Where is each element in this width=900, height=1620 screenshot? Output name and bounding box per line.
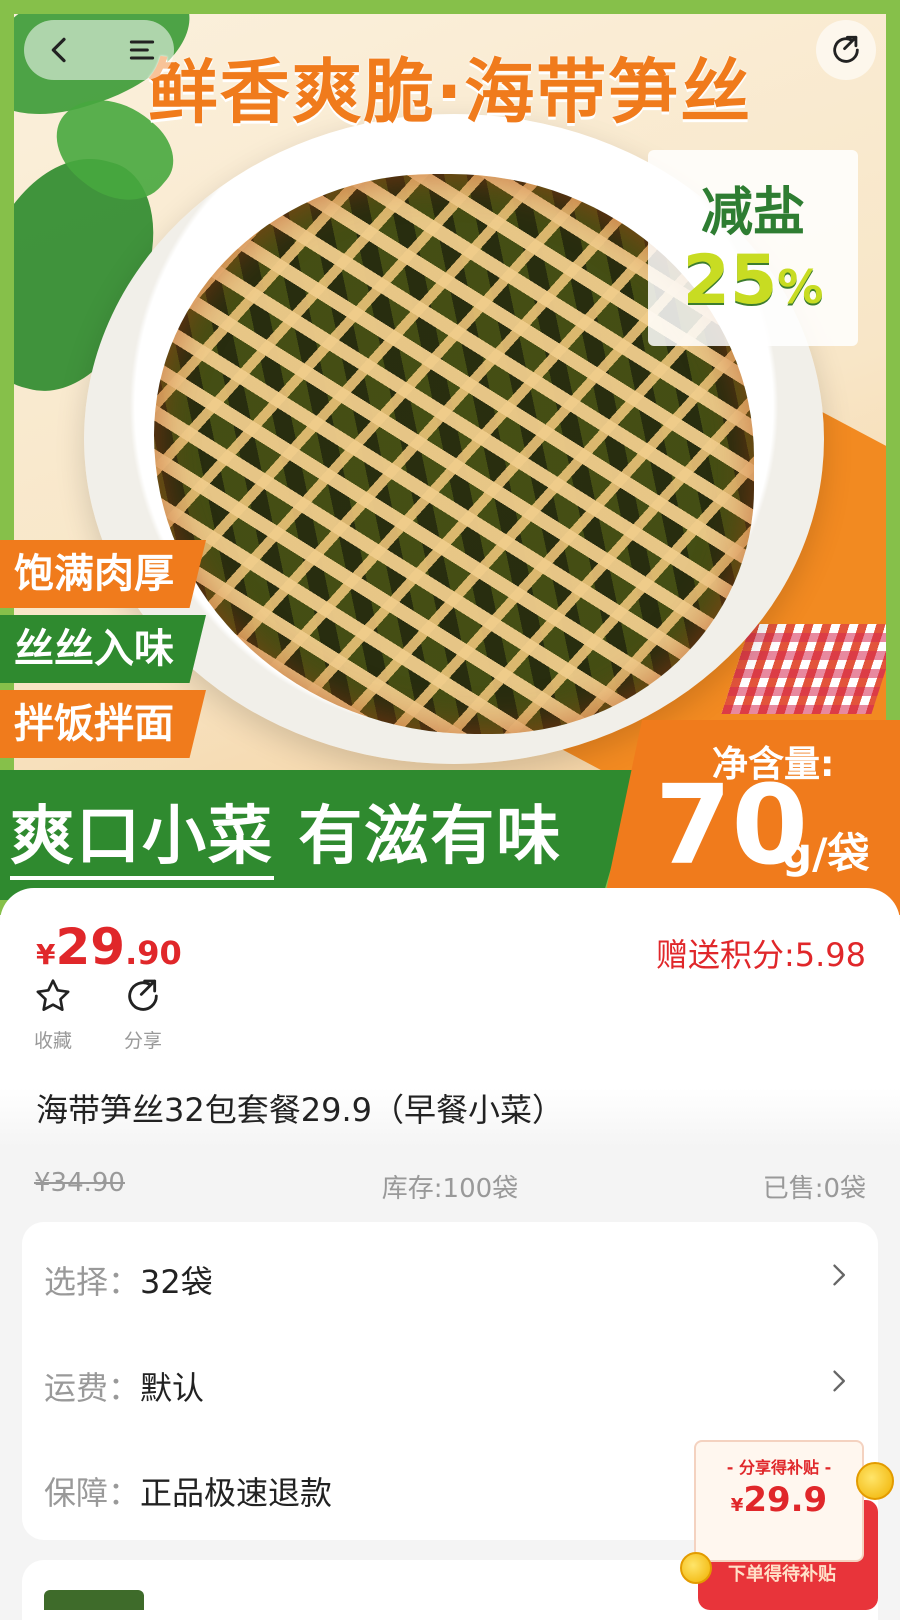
share-label: 分享 [123, 1030, 162, 1052]
subsidy-amount: ¥29.9 [696, 1480, 862, 1520]
product-title: 海带笋丝32包套餐29.9（早餐小菜） [36, 1091, 564, 1129]
option-key: 保障： [44, 1474, 141, 1512]
share-icon [128, 979, 158, 1011]
menu-icon [129, 40, 155, 60]
option-row-shipping[interactable]: 运费： 默认 [22, 1363, 878, 1423]
option-key: 运费： [44, 1369, 141, 1407]
sold-count: 已售:0袋 [762, 1174, 866, 1204]
back-button[interactable] [30, 20, 90, 80]
net-weight-unit: g/袋 [782, 829, 870, 878]
option-value: 32袋 [140, 1263, 213, 1301]
salt-reduction-badge: 减盐 25% [648, 150, 858, 346]
option-row-spec[interactable]: 选择： 32袋 [22, 1257, 878, 1317]
favorite-button[interactable]: 收藏 [18, 976, 88, 1053]
option-key: 选择： [44, 1263, 141, 1301]
slogan: 爽口小菜 有滋有味 [10, 785, 563, 880]
feature-tag: 拌饭拌面 [0, 690, 206, 758]
subsidy-title: - 分享得补贴 - [726, 1458, 832, 1477]
share-icon [833, 35, 859, 63]
subsidy-card: - 分享得补贴 - ¥29.9 [694, 1440, 864, 1562]
salt-label: 减盐 [700, 183, 805, 243]
option-value: 正品极速退款 [140, 1474, 333, 1512]
price: ¥29.90 [36, 918, 182, 976]
coin-icon [856, 1462, 894, 1500]
subsidy-value: 29.9 [743, 1480, 828, 1520]
price-decimal: .90 [125, 934, 182, 972]
next-section-thumbnail [44, 1590, 144, 1610]
subsidy-footer: 下单得待补贴 [728, 1564, 836, 1585]
price-symbol: ¥ [36, 938, 56, 971]
salt-value: 25% [648, 241, 858, 320]
feature-tag: 丝丝入味 [0, 615, 206, 683]
coin-icon [680, 1552, 712, 1584]
share-subsidy-widget[interactable]: - 分享得补贴 - ¥29.9 下单得待补贴 [680, 1440, 894, 1610]
feature-tag: 饱满肉厚 [0, 540, 206, 608]
subsidy-symbol: ¥ [730, 1495, 744, 1516]
share-button[interactable]: 分享 [108, 976, 178, 1053]
favorite-label: 收藏 [33, 1030, 72, 1052]
chevron-right-icon [833, 1264, 845, 1286]
chevron-left-icon [51, 37, 66, 63]
slogan-rest: 有滋有味 [298, 800, 563, 874]
menu-button[interactable] [112, 20, 172, 80]
option-value: 默认 [140, 1369, 205, 1407]
star-icon [36, 979, 70, 1011]
share-top-button[interactable] [816, 20, 876, 80]
chevron-right-icon [833, 1370, 845, 1392]
salt-number: 25 [682, 241, 778, 320]
salt-percent: % [777, 260, 824, 314]
slogan-underlined: 爽口小菜 [10, 800, 274, 880]
bonus-points: 赠送积分:5.98 [655, 936, 866, 974]
product-image[interactable]: 鲜香爽脆·海带笋丝 减盐 25% 饱满肉厚 丝丝入味 拌饭拌面 爽口小菜 有滋有… [0, 0, 900, 915]
price-integer: 29 [55, 918, 126, 976]
